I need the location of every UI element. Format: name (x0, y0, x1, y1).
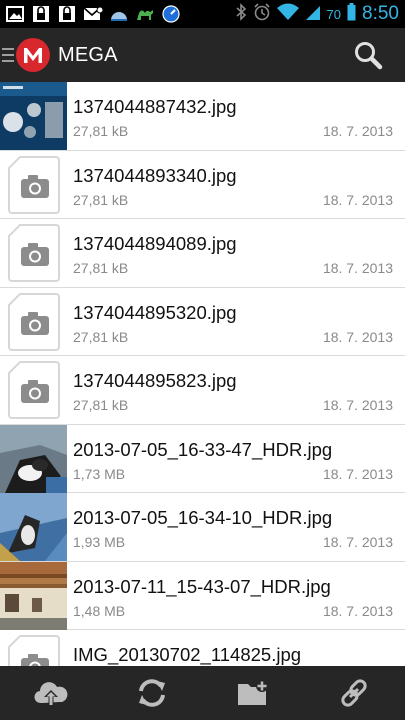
file-row[interactable]: 2013-07-05_16-34-10_HDR.jpg 1,93 MB 18. … (0, 493, 405, 562)
file-thumbnail (0, 151, 67, 219)
upload-icon (34, 682, 68, 706)
generic-image-icon (8, 361, 60, 419)
file-name: 1374044894089.jpg (73, 233, 237, 254)
file-thumbnail (0, 288, 67, 356)
generic-image-icon (8, 292, 60, 351)
signal-icon (305, 3, 321, 26)
file-date: 18. 7. 2013 (322, 191, 393, 208)
clock: 8:50 (362, 3, 399, 24)
refresh-button[interactable] (132, 673, 172, 713)
gallery-notification-icon (4, 5, 26, 23)
battery-percent: 70 (326, 6, 342, 22)
bottom-toolbar (0, 666, 405, 720)
file-date: 18. 7. 2013 (322, 465, 393, 482)
camel-notification-icon (134, 5, 156, 23)
speedometer-notification-icon (160, 5, 182, 23)
file-size: 1,48 MB (73, 602, 126, 619)
lock-notification-icon (30, 5, 52, 23)
system-status: 70 8:50 (235, 0, 399, 28)
file-name: 1374044887432.jpg (73, 96, 237, 117)
alarm-icon (253, 2, 271, 26)
file-thumbnail (0, 356, 67, 424)
gmail-notification-icon (82, 5, 104, 23)
new-folder-button[interactable] (233, 673, 273, 713)
upload-button[interactable] (31, 673, 71, 713)
file-row[interactable]: 1374044894089.jpg 27,81 kB 18. 7. 2013 (0, 219, 405, 288)
file-list[interactable]: 1374044887432.jpg 27,81 kB 18. 7. 2013 1… (0, 82, 405, 666)
file-size: 27,81 kB (73, 260, 129, 276)
file-size: 27,81 kB (73, 191, 129, 208)
drawer-menu-icon[interactable] (2, 48, 14, 62)
file-thumbnail (0, 219, 67, 287)
bluetooth-icon (235, 2, 247, 26)
get-link-button[interactable] (334, 673, 374, 713)
app-title: MEGA (58, 43, 118, 66)
search-button[interactable] (353, 40, 383, 70)
screenshot-thumbnail (0, 82, 67, 150)
file-date: 18. 7. 2013 (322, 328, 393, 345)
mega-logo-icon[interactable] (16, 38, 50, 72)
file-name: 1374044895320.jpg (73, 301, 237, 323)
battery-icon (347, 2, 356, 26)
file-date: 18. 7. 2013 (322, 602, 393, 619)
file-name: 1374044893340.jpg (73, 164, 237, 186)
generic-image-icon (8, 155, 60, 214)
file-size: 27,81 kB (73, 123, 129, 139)
lock-notification-icon (56, 5, 78, 23)
photo-thumbnail (0, 561, 67, 630)
file-row[interactable]: 2013-07-11_15-43-07_HDR.jpg 1,48 MB 18. … (0, 561, 405, 630)
file-size: 27,81 kB (73, 397, 129, 413)
file-row[interactable]: 1374044895823.jpg 27,81 kB 18. 7. 2013 (0, 356, 405, 425)
file-name: 2013-07-05_16-33-47_HDR.jpg (73, 438, 333, 460)
new-folder-icon (238, 680, 269, 705)
file-name: 2013-07-11_15-43-07_HDR.jpg (73, 575, 331, 597)
weather-notification-icon (108, 5, 130, 23)
file-thumbnail (0, 630, 67, 666)
file-size: 1,93 MB (73, 534, 126, 550)
action-bar: MEGA (0, 28, 405, 82)
file-date: 18. 7. 2013 (322, 397, 393, 413)
file-row[interactable]: 1374044887432.jpg 27,81 kB 18. 7. 2013 (0, 82, 405, 151)
notification-icons (0, 5, 182, 23)
link-icon (341, 679, 367, 707)
file-date: 18. 7. 2013 (322, 260, 393, 276)
photo-thumbnail (0, 493, 67, 561)
status-bar: 70 8:50 (0, 0, 405, 28)
file-name: 2013-07-05_16-34-10_HDR.jpg (73, 507, 333, 528)
photo-thumbnail (0, 424, 67, 493)
generic-image-icon (8, 224, 60, 282)
file-name: 1374044895823.jpg (73, 370, 237, 391)
file-row[interactable]: 1374044893340.jpg 27,81 kB 18. 7. 2013 (0, 150, 405, 219)
file-size: 1,73 MB (73, 465, 126, 482)
wifi-icon (276, 3, 299, 26)
generic-image-icon (8, 635, 60, 666)
file-row[interactable]: 2013-07-05_16-33-47_HDR.jpg 1,73 MB 18. … (0, 424, 405, 493)
file-row[interactable]: IMG_20130702_114825.jpg (0, 630, 405, 666)
file-row[interactable]: 1374044895320.jpg 27,81 kB 18. 7. 2013 (0, 287, 405, 356)
file-name: IMG_20130702_114825.jpg (73, 644, 302, 665)
search-icon (355, 42, 383, 70)
file-date: 18. 7. 2013 (322, 534, 393, 550)
file-size: 27,81 kB (73, 328, 129, 345)
refresh-icon (138, 679, 165, 707)
file-date: 18. 7. 2013 (322, 123, 393, 139)
